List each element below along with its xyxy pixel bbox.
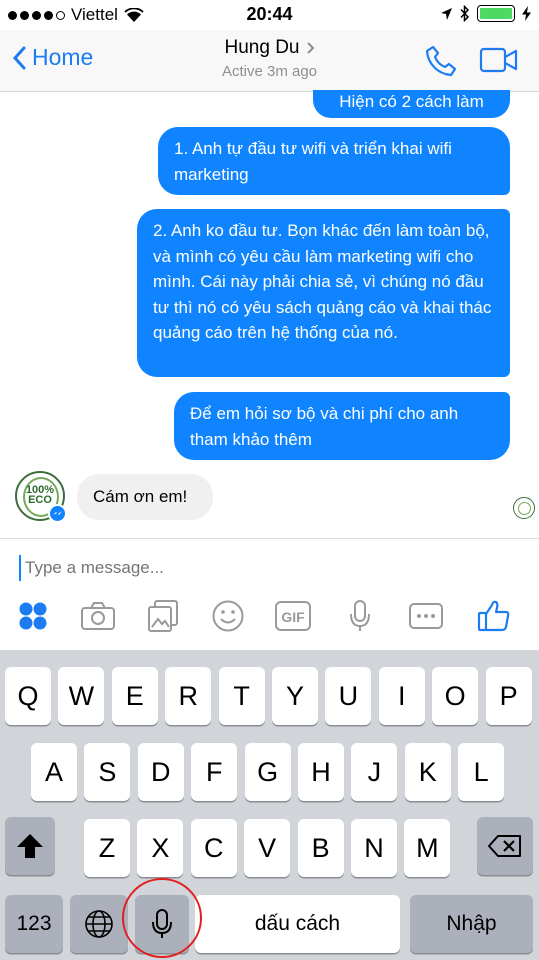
key-f[interactable]: F xyxy=(191,743,238,801)
globe-icon xyxy=(85,910,113,938)
outgoing-message[interactable]: Hiện có 2 cách làm xyxy=(313,90,510,118)
chevron-right-icon xyxy=(306,42,314,54)
key-j[interactable]: J xyxy=(351,743,398,801)
outgoing-message[interactable]: 1. Anh tự đầu tư wifi và triển khai wifi… xyxy=(158,127,510,195)
key-l[interactable]: L xyxy=(458,743,505,801)
microphone-icon[interactable] xyxy=(340,596,380,636)
gif-label: GIF xyxy=(281,609,305,625)
gif-icon[interactable]: GIF xyxy=(273,596,313,636)
key-w[interactable]: W xyxy=(58,667,105,725)
gallery-icon[interactable] xyxy=(143,596,183,636)
status-bar: Viettel 20:44 xyxy=(0,0,539,30)
charging-icon xyxy=(522,6,531,21)
contact-name: Hung Du xyxy=(224,37,300,58)
key-t[interactable]: T xyxy=(218,667,265,725)
delete-key[interactable] xyxy=(477,817,533,875)
key-s[interactable]: S xyxy=(84,743,131,801)
key-q[interactable]: Q xyxy=(5,667,51,725)
key-r[interactable]: R xyxy=(165,667,212,725)
composer-divider xyxy=(0,538,539,539)
contact-status: Active 3m ago xyxy=(221,63,318,80)
key-y[interactable]: Y xyxy=(272,667,318,725)
backspace-icon xyxy=(488,835,521,857)
video-call-icon[interactable] xyxy=(479,46,519,74)
key-c[interactable]: C xyxy=(190,819,237,877)
shift-arrow-icon xyxy=(17,834,43,858)
contact-info[interactable]: Hung Du Active 3m ago xyxy=(0,37,539,80)
red-annotation-circle xyxy=(122,878,202,958)
key-z[interactable]: Z xyxy=(84,819,130,877)
ios-keyboard: QWERTYUIOPASDFGHJKLZXCVBNM 123 dấu cách … xyxy=(0,650,539,960)
phone-call-icon[interactable] xyxy=(424,44,458,78)
more-icon[interactable] xyxy=(406,596,446,636)
composer-toolbar: GIF xyxy=(0,596,539,640)
outgoing-message[interactable]: Để em hỏi sơ bộ và chi phí cho anh tham … xyxy=(174,392,510,460)
messenger-badge-icon xyxy=(48,504,67,523)
conversation-header: Home Hung Du Active 3m ago xyxy=(0,30,539,92)
key-m[interactable]: M xyxy=(404,819,451,877)
key-u[interactable]: U xyxy=(325,667,372,725)
key-k[interactable]: K xyxy=(404,743,451,801)
emoji-grid-icon[interactable] xyxy=(13,596,53,636)
smiley-icon[interactable] xyxy=(208,596,248,636)
space-key[interactable]: dấu cách xyxy=(195,895,400,953)
outgoing-message[interactable]: 2. Anh ko đầu tư. Bọn khác đến làm toàn … xyxy=(137,209,510,377)
seen-indicator-avatar xyxy=(513,497,535,519)
incoming-message[interactable]: Cám ơn em! xyxy=(77,474,213,520)
key-h[interactable]: H xyxy=(298,743,344,801)
camera-icon[interactable] xyxy=(78,596,118,636)
bluetooth-icon xyxy=(460,5,470,22)
globe-key[interactable] xyxy=(70,895,128,953)
key-b[interactable]: B xyxy=(297,819,344,877)
key-e[interactable]: E xyxy=(111,667,158,725)
key-v[interactable]: V xyxy=(244,819,291,877)
numbers-key[interactable]: 123 xyxy=(5,895,63,953)
key-a[interactable]: A xyxy=(31,743,77,801)
key-g[interactable]: G xyxy=(244,743,291,801)
message-input[interactable] xyxy=(19,555,519,581)
shift-key[interactable] xyxy=(5,817,55,875)
key-d[interactable]: D xyxy=(137,743,184,801)
return-key[interactable]: Nhập xyxy=(410,895,533,953)
key-o[interactable]: O xyxy=(432,667,479,725)
location-icon xyxy=(441,7,452,20)
key-n[interactable]: N xyxy=(351,819,397,877)
key-i[interactable]: I xyxy=(378,667,425,725)
battery-icon xyxy=(477,5,515,22)
key-p[interactable]: P xyxy=(485,667,532,725)
key-x[interactable]: X xyxy=(137,819,184,877)
thumbs-up-icon[interactable] xyxy=(474,596,514,636)
